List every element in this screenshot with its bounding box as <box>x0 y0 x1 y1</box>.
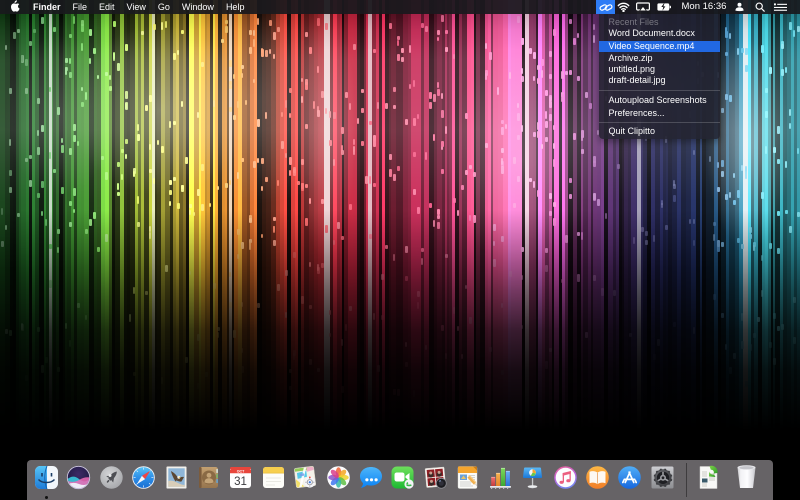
svg-text:31: 31 <box>234 476 247 488</box>
svg-text:OCT: OCT <box>237 470 245 474</box>
